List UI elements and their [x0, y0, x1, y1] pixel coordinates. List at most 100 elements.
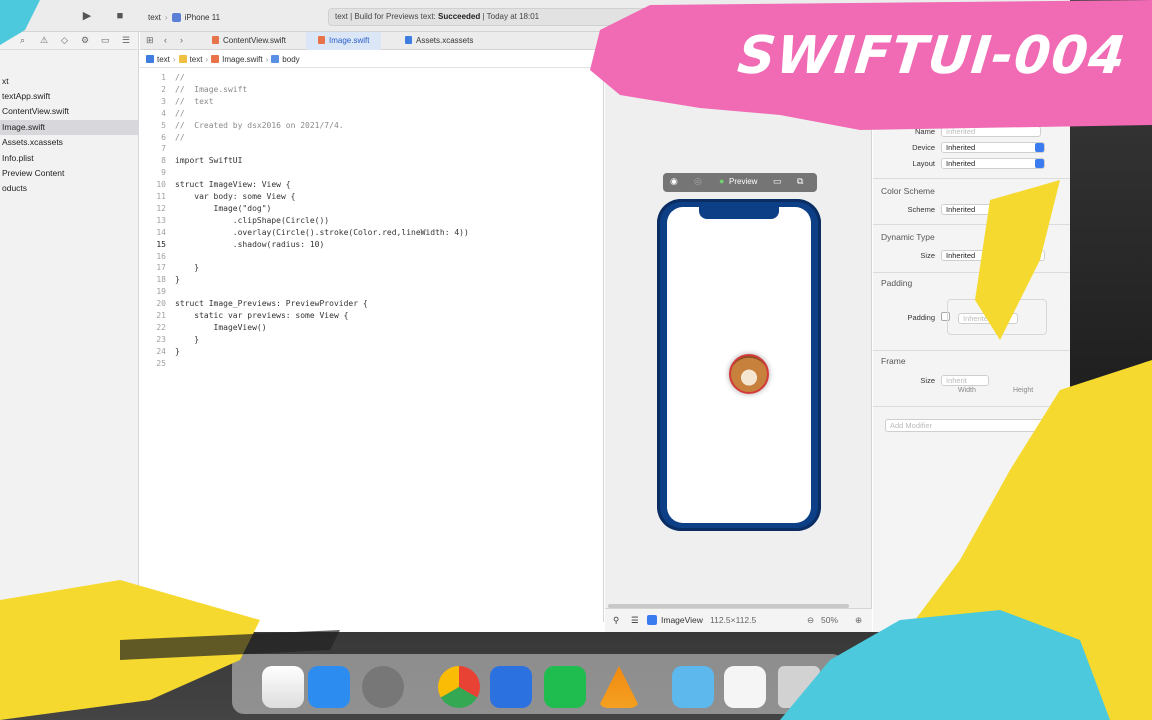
code-line[interactable]: 25: [140, 358, 604, 370]
dog-image[interactable]: [729, 354, 769, 394]
frame-header: Frame: [881, 356, 906, 366]
code-line[interactable]: 16: [140, 251, 604, 263]
tab-contentview[interactable]: ContentView.swift: [200, 32, 298, 50]
code-line[interactable]: 4 //: [140, 108, 604, 120]
zoom-level[interactable]: 50%: [821, 615, 838, 625]
size-select[interactable]: Inherited: [941, 250, 1045, 261]
preview-controls: ◉ ◎ ● Preview ▭ ⧉: [663, 173, 817, 192]
code-text: //: [175, 108, 185, 118]
preview-button[interactable]: Preview: [729, 177, 757, 186]
code-line[interactable]: 12 Image("dog"): [140, 203, 604, 215]
nav-item-project[interactable]: xt: [0, 74, 139, 89]
jumpbar-group[interactable]: text: [190, 55, 203, 64]
code-line[interactable]: 19: [140, 286, 604, 298]
code-text: struct Image_Previews: PreviewProvider {: [175, 299, 368, 309]
add-modifier-field[interactable]: Add Modifier: [885, 419, 1045, 432]
name-field[interactable]: Inherited: [941, 126, 1041, 137]
code-line[interactable]: 11 var body: some View {: [140, 191, 604, 203]
list-icon[interactable]: ☰: [631, 615, 639, 626]
nav-item-infoplist[interactable]: Info.plist: [0, 151, 139, 166]
search-icon[interactable]: ⌕: [20, 35, 25, 46]
back-icon[interactable]: ‹: [164, 35, 167, 45]
device-settings-icon[interactable]: ▭: [773, 176, 782, 187]
size-value: Inherited: [946, 251, 976, 260]
jumpbar-symbol[interactable]: body: [282, 55, 299, 64]
trash-icon[interactable]: [778, 666, 820, 708]
app-store-icon[interactable]: [308, 666, 350, 708]
padding-field[interactable]: Inherited: [958, 313, 1018, 324]
code-area[interactable]: 1 // 2 // Image.swift 3 // text 4 // 5 // Created…: [140, 72, 604, 612]
reminders-icon[interactable]: [262, 666, 304, 708]
code-line[interactable]: 22 ImageView(): [140, 322, 604, 334]
chevron-updown-icon: [1035, 159, 1044, 168]
nav-item-contentview[interactable]: ContentView.swift: [0, 104, 139, 119]
code-line[interactable]: 21 static var previews: some View {: [140, 310, 604, 322]
code-line[interactable]: 15 .shadow(radius: 10): [140, 239, 604, 251]
line-number: 12: [156, 203, 166, 213]
code-line[interactable]: 23 }: [140, 334, 604, 346]
debug-navigator-icon[interactable]: ⚙: [81, 35, 89, 46]
code-text: // text: [175, 96, 214, 106]
system-preferences-icon[interactable]: [362, 666, 404, 708]
layout-value: Inherited: [946, 159, 976, 168]
tab-assets[interactable]: Assets.xcassets: [393, 32, 485, 50]
swift-file-icon: [212, 36, 219, 44]
downloads-folder-icon[interactable]: [672, 666, 714, 708]
nav-item-textapp[interactable]: textApp.swift: [0, 89, 139, 104]
line-number: 5: [161, 120, 166, 130]
code-line[interactable]: 5 // Created by dsx2016 on 2021/7/4.: [140, 120, 604, 132]
tab-image[interactable]: Image.swift: [306, 32, 382, 50]
test-navigator-icon[interactable]: ◇: [61, 35, 68, 46]
word-icon[interactable]: [490, 666, 532, 708]
layout-label: Layout: [912, 159, 935, 168]
code-line[interactable]: 18}: [140, 274, 604, 286]
code-text: .shadow(radius: 10): [175, 239, 325, 249]
code-line[interactable]: 1 //: [140, 72, 604, 84]
nav-item-products[interactable]: oducts: [0, 181, 139, 196]
code-line[interactable]: 10 struct ImageView: View {: [140, 179, 604, 191]
code-text: }: [175, 275, 180, 285]
code-line[interactable]: 2 // Image.swift: [140, 84, 604, 96]
zoom-out-icon[interactable]: ⊖: [807, 615, 814, 626]
wechat-window-icon[interactable]: [724, 666, 766, 708]
run-button[interactable]: ▶: [80, 9, 94, 23]
project-navigator: ⌕ ⚠ ◇ ⚙ ▭ ☰ xt textApp.swift ContentView…: [0, 32, 139, 622]
code-line[interactable]: 20 struct Image_Previews: PreviewProvider…: [140, 298, 604, 310]
jumpbar-project[interactable]: text: [157, 55, 170, 64]
nav-item-assets[interactable]: Assets.xcassets: [0, 135, 139, 150]
stop-button[interactable]: ■: [113, 9, 127, 23]
code-line[interactable]: 7: [140, 143, 604, 155]
pin-icon[interactable]: ⚲: [613, 615, 619, 626]
code-line[interactable]: 9: [140, 167, 604, 179]
code-text: .overlay(Circle().stroke(Color.red,lineW…: [175, 227, 469, 237]
warning-navigator-icon[interactable]: ⚠: [40, 35, 48, 46]
zoom-in-icon[interactable]: ⊕: [855, 615, 862, 626]
duplicate-preview-icon[interactable]: ⧉: [797, 176, 803, 187]
scheme-select[interactable]: Inherited: [941, 204, 1045, 215]
breakpoint-navigator-icon[interactable]: ▭: [101, 35, 110, 46]
code-line[interactable]: 6 //: [140, 132, 604, 144]
nav-item-image[interactable]: Image.swift: [0, 120, 139, 135]
code-line[interactable]: 24}: [140, 346, 604, 358]
nav-item-preview-content[interactable]: Preview Content: [0, 166, 139, 181]
code-line[interactable]: 8 import SwiftUI: [140, 155, 604, 167]
layout-select[interactable]: Inherited: [941, 158, 1045, 169]
code-line[interactable]: 14 .overlay(Circle().stroke(Color.red,li…: [140, 227, 604, 239]
activity-status: text | Build for Previews text: Succeede…: [328, 8, 678, 26]
vlc-icon[interactable]: [598, 666, 640, 708]
warning-icon[interactable]: ⚠1: [659, 9, 671, 25]
code-line[interactable]: 3 // text: [140, 96, 604, 108]
scheme-selector[interactable]: text › iPhone 11: [148, 9, 220, 25]
chrome-icon[interactable]: [438, 666, 480, 708]
report-navigator-icon[interactable]: ☰: [122, 35, 130, 46]
code-line[interactable]: 13 .clipShape(Circle()): [140, 215, 604, 227]
frame-width-field[interactable]: Inherit: [941, 375, 989, 386]
code-line[interactable]: 17 }: [140, 262, 604, 274]
inspect-icon[interactable]: ◎: [694, 176, 702, 187]
grid-icon[interactable]: ⊞: [146, 35, 154, 46]
forward-icon[interactable]: ›: [180, 35, 183, 45]
device-select[interactable]: Inherited: [941, 142, 1045, 153]
live-preview-icon[interactable]: ◉: [670, 176, 678, 187]
wechat-icon[interactable]: [544, 666, 586, 708]
jumpbar-file[interactable]: Image.swift: [222, 55, 262, 64]
